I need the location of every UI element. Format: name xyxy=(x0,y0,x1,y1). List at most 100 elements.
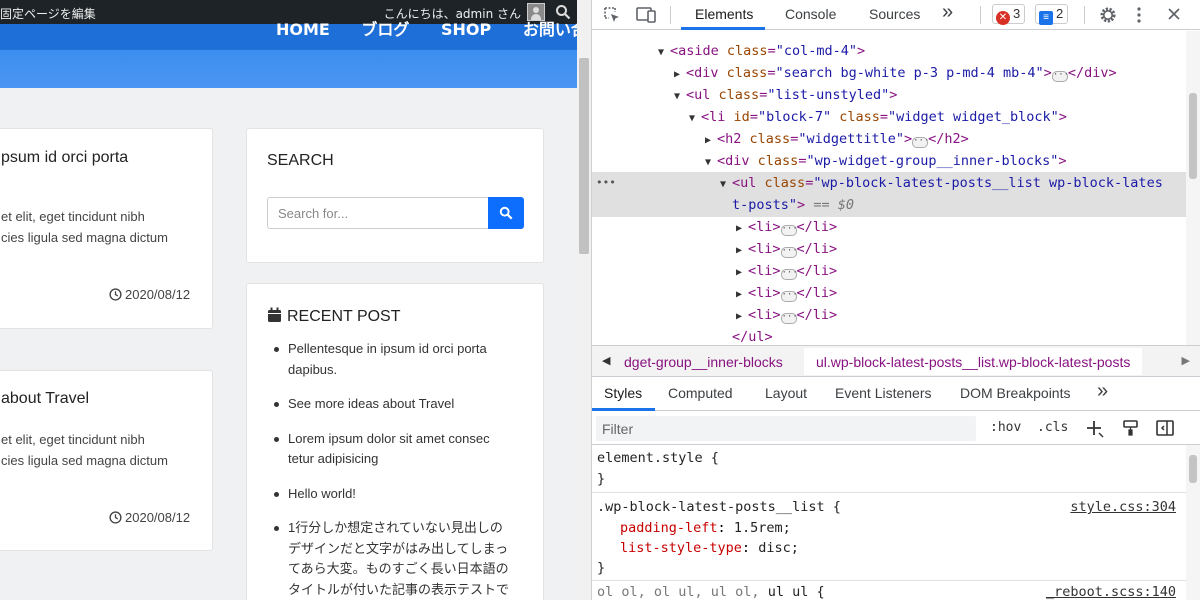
cls-toggle[interactable]: .cls xyxy=(1037,420,1068,435)
post-title[interactable]: about Travel xyxy=(1,390,89,408)
dom-node-div-inner[interactable]: ▼ <div class="wp-widget-group__inner-bloc… xyxy=(705,150,1067,174)
css-property[interactable]: padding-left: 1.5rem; xyxy=(620,518,791,538)
ellipsis-icon[interactable]: ··· xyxy=(912,137,929,148)
more-tabs-button[interactable]: » xyxy=(942,1,953,24)
page-scrollbar-thumb[interactable] xyxy=(579,58,589,254)
dom-node-ul-close[interactable]: </ul> xyxy=(732,326,773,345)
ellipsis-icon[interactable]: ··· xyxy=(780,247,798,258)
dom-node-li[interactable]: ▼ <li id="block-7" class="widget widget_b… xyxy=(689,106,1067,130)
dom-tree: ▼ <aside class="col-md-4"> ▶ <div class="s… xyxy=(592,31,1200,345)
post-title[interactable]: psum id orci porta xyxy=(1,149,128,167)
nav-blog[interactable]: ブログ xyxy=(361,20,409,39)
list-item[interactable]: 1行分しか想定されていない見出しの デザインだと文字がはみ出してしまっ てあら大変。… xyxy=(272,518,512,600)
toolbar-separator xyxy=(980,6,981,24)
dom-node-li-item[interactable]: ▶ <li>···</li> xyxy=(736,238,837,262)
dom-node-li-item[interactable]: ▶ <li>···</li> xyxy=(736,304,837,328)
device-toolbar-icon[interactable] xyxy=(635,5,657,25)
tab-event-listeners[interactable]: Event Listeners xyxy=(835,385,932,401)
tab-dom-breakpoints[interactable]: DOM Breakpoints xyxy=(960,385,1070,401)
devtools-panel: Elements Console Sources » ✕ 3 ≡ 2 ▼ <aside… xyxy=(592,0,1200,600)
new-style-rule-icon[interactable] xyxy=(1085,419,1105,439)
rule-separator xyxy=(592,580,1186,581)
list-item-line: dapibus. xyxy=(288,361,338,377)
list-item[interactable]: Hello world! xyxy=(272,484,512,505)
page-scrollbar[interactable] xyxy=(577,0,591,600)
search-button[interactable] xyxy=(488,197,524,229)
list-item-line: Pellentesque in ipsum id orci porta xyxy=(288,341,487,356)
post-date: 2020/08/12 xyxy=(109,510,190,525)
search-input[interactable]: Search for... xyxy=(267,197,489,229)
list-item-line: タイトルが付いた記事の表示テストで xyxy=(288,581,510,597)
dom-node-div-search[interactable]: ▶ <div class="search bg-white p-3 p-md-4 … xyxy=(674,62,1117,86)
toolbar-separator xyxy=(1084,6,1085,24)
ellipsis-icon[interactable]: ··· xyxy=(780,269,798,280)
recent-post-widget: RECENT POST Pellentesque in ipsum id orc… xyxy=(246,283,544,600)
list-item-line: See more ideas about Travel xyxy=(288,396,455,411)
dom-tree-scrollbar-thumb[interactable] xyxy=(1189,93,1197,179)
styles-scrollbar-thumb[interactable] xyxy=(1189,455,1197,483)
node-actions-ellipsis[interactable]: ••• xyxy=(596,172,616,194)
post-excerpt-line: cies ligula sed magna dictum xyxy=(1,230,168,245)
webpage-viewport: 固定ページを編集 こんにちは、admin さん HOME ブログ SHOP お問… xyxy=(0,0,577,600)
list-item[interactable]: Lorem ipsum dolor sit amet consec tetur a… xyxy=(272,429,512,470)
ellipsis-icon[interactable]: ··· xyxy=(780,225,798,236)
dom-node-li-item[interactable]: ▶ <li>···</li> xyxy=(736,216,837,240)
ellipsis-icon[interactable]: ··· xyxy=(1051,71,1069,82)
dom-node-li-item[interactable]: ▶ <li>···</li> xyxy=(736,282,837,306)
styles-scrollbar[interactable] xyxy=(1186,445,1200,600)
more-options-icon[interactable] xyxy=(1135,5,1143,25)
post-excerpt-line: et elit, eget tincidunt nibh xyxy=(1,432,145,447)
ellipsis-icon[interactable]: ··· xyxy=(780,313,798,324)
list-item[interactable]: See more ideas about Travel xyxy=(272,394,512,415)
error-count-badge[interactable]: ✕ 3 xyxy=(992,4,1026,25)
rule-selector[interactable]: ol ol, ol ul, ul ol, ul ul { xyxy=(597,582,825,600)
dom-node-ul-selected[interactable]: ▼ <ul class="wp-block-latest-posts__list … xyxy=(720,172,1163,196)
paint-roller-icon[interactable] xyxy=(1122,419,1140,437)
edit-page-link[interactable]: 固定ページを編集 xyxy=(0,5,96,22)
dom-tree-scrollbar[interactable] xyxy=(1186,31,1200,345)
message-count-badge[interactable]: ≡ 2 xyxy=(1035,4,1069,25)
dom-node-ul-selected-cont: t-posts"> == $0 xyxy=(732,197,854,213)
breadcrumb-item[interactable]: dget-group__inner-blocks xyxy=(624,354,783,370)
styles-pane-tabs: Styles Computed Layout Event Listeners D… xyxy=(592,377,1200,411)
nav-contact[interactable]: お問い合わせ xyxy=(523,20,577,39)
inspect-element-icon[interactable] xyxy=(602,5,622,25)
dom-node-aside[interactable]: ▼ <aside class="col-md-4"> xyxy=(658,40,865,64)
nav-home[interactable]: HOME xyxy=(276,20,330,39)
tab-elements[interactable]: Elements xyxy=(695,6,753,22)
rule-source-link[interactable]: style.css:304 xyxy=(1070,497,1176,517)
nav-shop[interactable]: SHOP xyxy=(441,20,491,39)
dom-node-h2[interactable]: ▶ <h2 class="widgettitle">···</h2> xyxy=(705,128,969,152)
tab-layout[interactable]: Layout xyxy=(765,385,807,401)
post-excerpt-line: cies ligula sed magna dictum xyxy=(1,453,168,468)
error-icon: ✕ xyxy=(996,11,1010,25)
filter-input[interactable]: Filter xyxy=(596,416,976,441)
close-icon[interactable] xyxy=(1167,7,1181,21)
css-property[interactable]: list-style-type: disc; xyxy=(620,538,799,558)
recent-post-list: Pellentesque in ipsum id orci porta dapib… xyxy=(272,339,512,600)
rule-element-style[interactable]: element.style { xyxy=(597,448,719,468)
rule-close-brace: } xyxy=(597,471,606,487)
post-card: psum id orci porta et elit, eget tincidu… xyxy=(0,128,213,329)
breadcrumb-item-active[interactable]: ul.wp-block-latest-posts__list.wp-block-… xyxy=(804,348,1143,375)
chevron-left-icon[interactable]: ◀ xyxy=(602,354,610,367)
ellipsis-icon[interactable]: ··· xyxy=(780,291,798,302)
rule-source-link[interactable]: _reboot.scss:140 xyxy=(1046,582,1176,600)
toggle-sidebar-icon[interactable] xyxy=(1155,419,1175,437)
dom-node-ul[interactable]: ▼ <ul class="list-unstyled"> xyxy=(674,84,897,108)
more-tabs-button[interactable]: » xyxy=(1097,380,1108,403)
style-rules: element.style { } .wp-block-latest-posts… xyxy=(592,445,1186,600)
tab-computed[interactable]: Computed xyxy=(668,385,733,401)
rule-close-brace: } xyxy=(597,560,606,576)
gear-icon[interactable] xyxy=(1098,5,1118,25)
tab-sources[interactable]: Sources xyxy=(869,6,920,22)
dom-node-li-item[interactable]: ▶ <li>···</li> xyxy=(736,260,837,284)
site-header: HOME ブログ SHOP お問い合わせ xyxy=(0,20,577,88)
tab-console[interactable]: Console xyxy=(785,6,836,22)
hov-toggle[interactable]: :hov xyxy=(990,420,1021,435)
rule-selector[interactable]: .wp-block-latest-posts__list { xyxy=(597,497,841,517)
list-item[interactable]: Pellentesque in ipsum id orci porta dapib… xyxy=(272,339,512,380)
tab-styles[interactable]: Styles xyxy=(604,385,642,401)
post-date: 2020/08/12 xyxy=(109,287,190,302)
chevron-right-icon[interactable]: ▶ xyxy=(1182,354,1190,367)
